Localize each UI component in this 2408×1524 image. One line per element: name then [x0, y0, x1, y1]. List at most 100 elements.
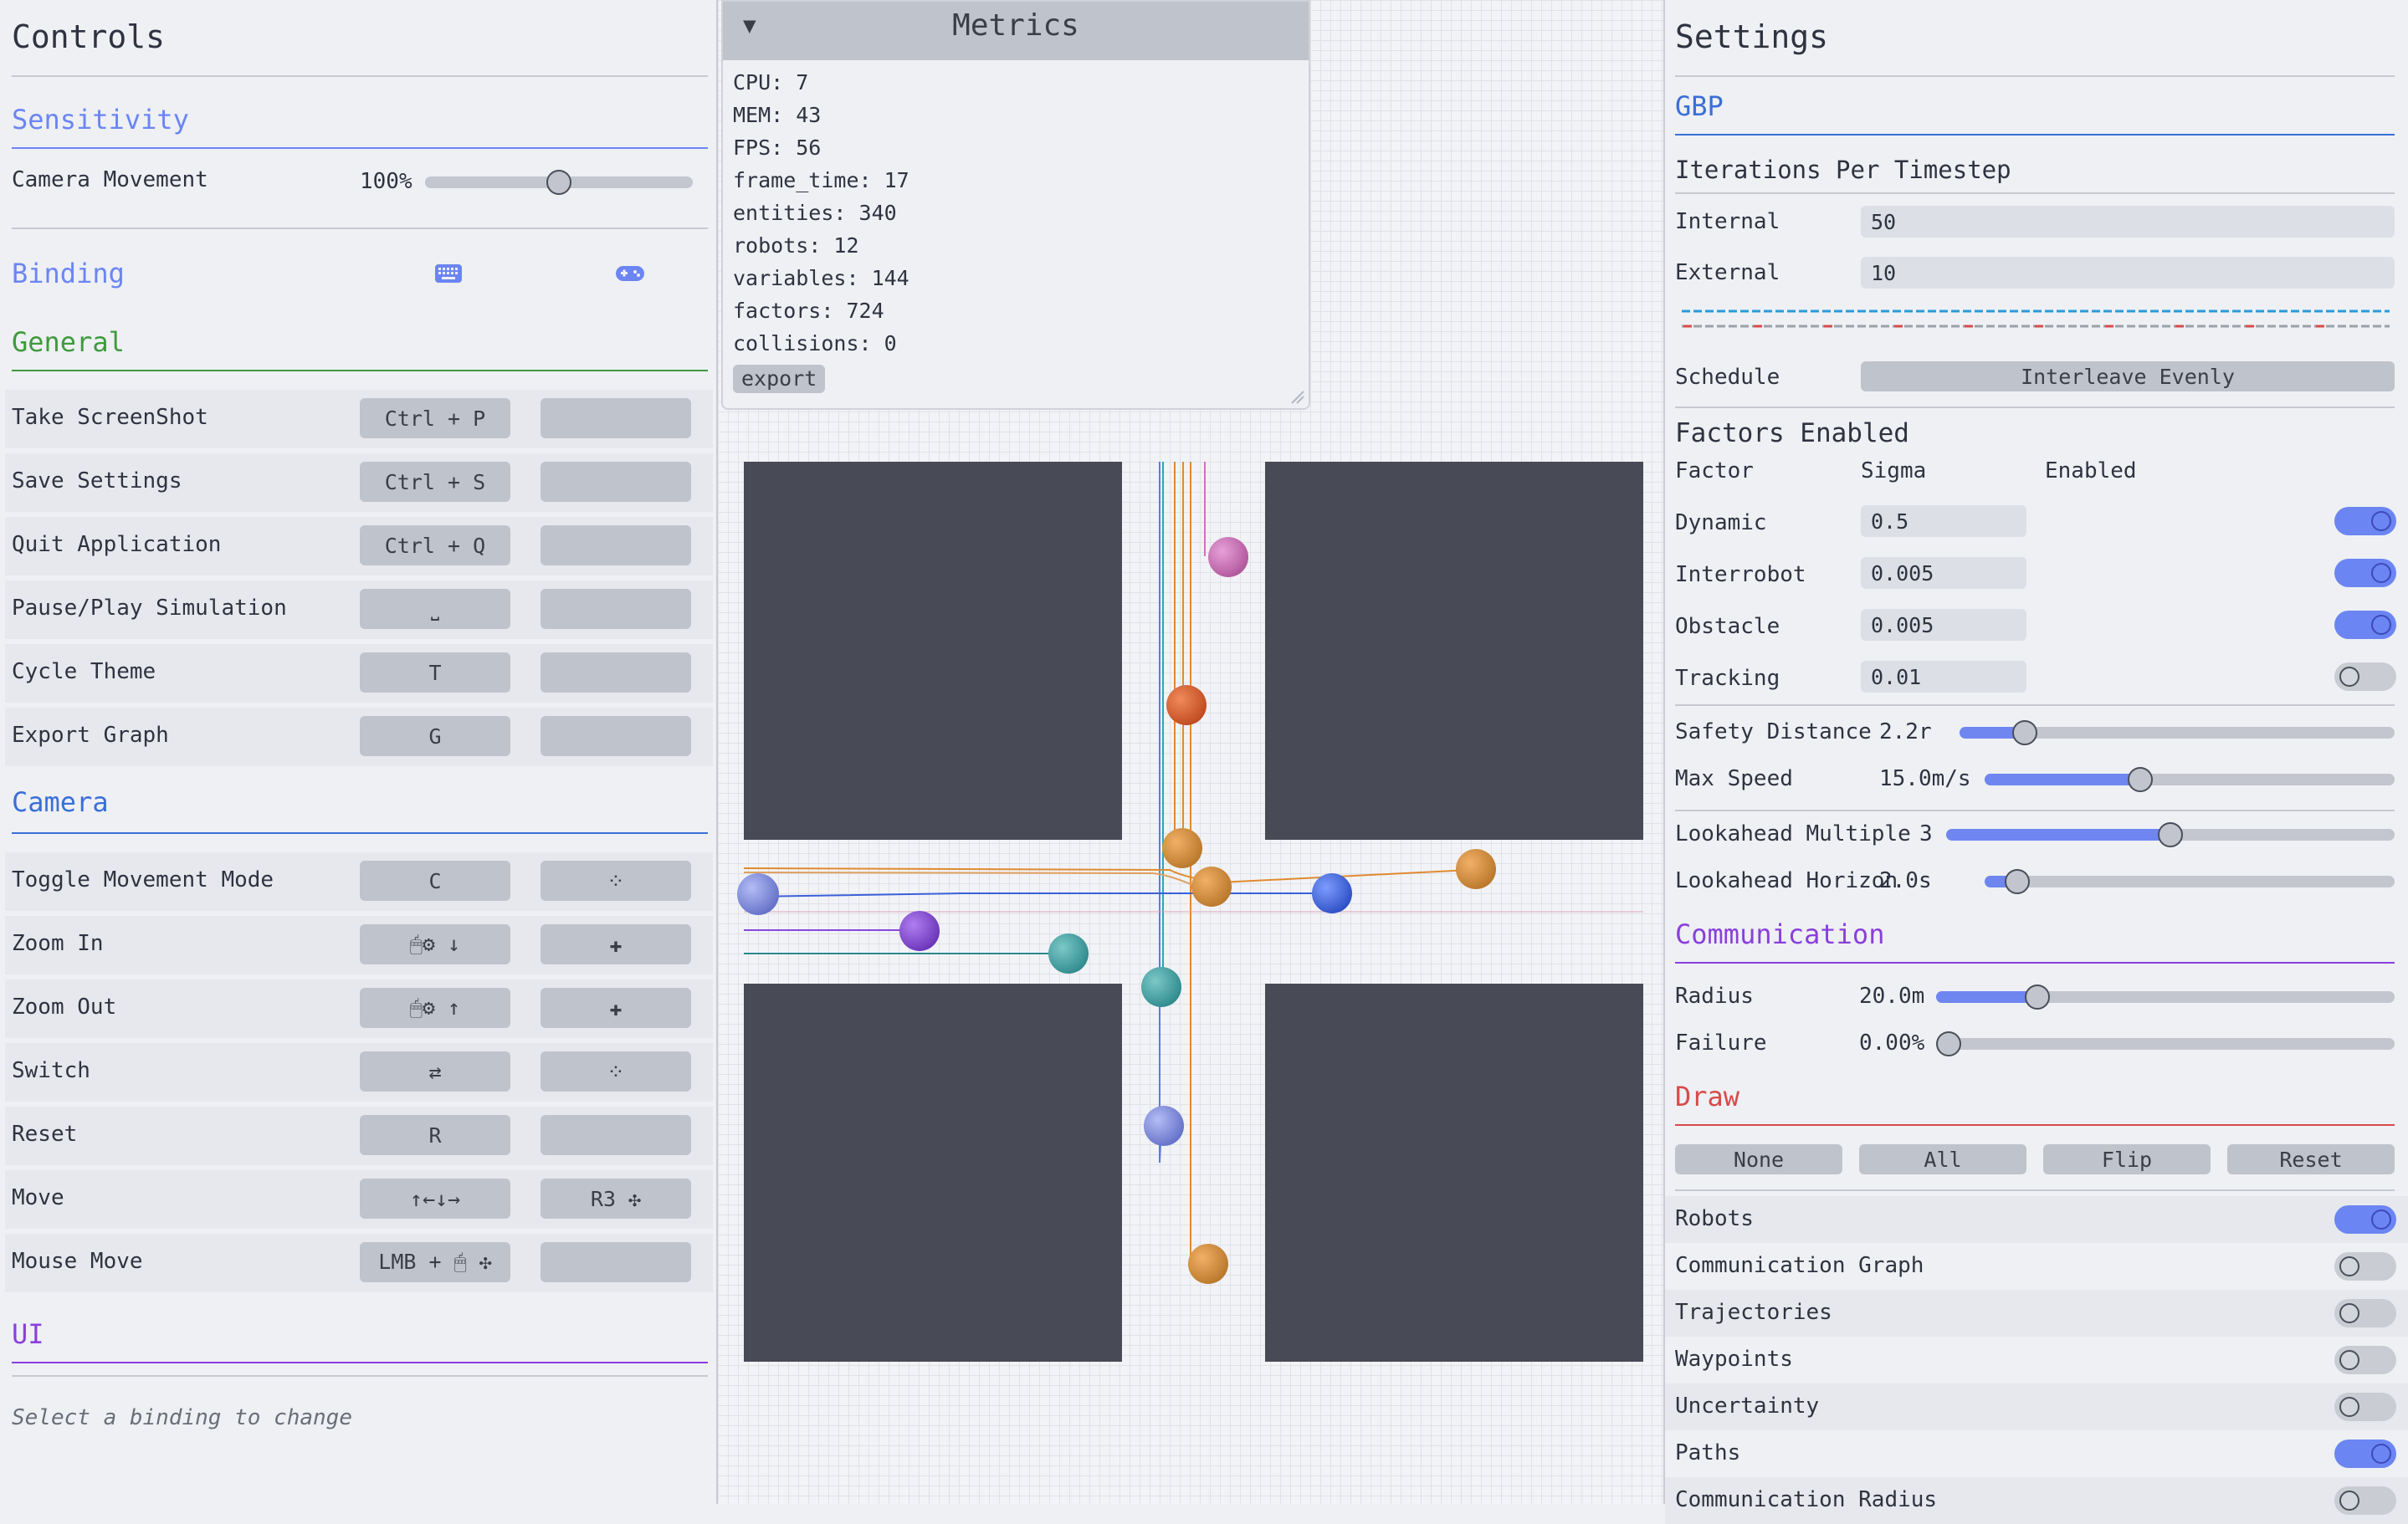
keyboard-binding-button[interactable]: G	[360, 716, 510, 756]
keyboard-binding-button[interactable]: T	[360, 652, 510, 693]
metric-line: FPS: 56	[733, 136, 822, 160]
draw-reset-button[interactable]: Reset	[2227, 1144, 2395, 1174]
binding-title: Binding	[12, 258, 125, 289]
keyboard-binding-button[interactable]: R	[360, 1115, 510, 1155]
robot[interactable]	[1048, 933, 1089, 974]
robot[interactable]	[1208, 537, 1248, 577]
setting-slider[interactable]	[1985, 767, 2395, 792]
keyboard-binding-button[interactable]: ⇄	[360, 1051, 510, 1092]
toggle-knob	[2339, 1491, 2359, 1511]
binding-hint: Select a binding to change	[12, 1405, 352, 1430]
factor-label: Dynamic	[1675, 510, 1767, 535]
factor-sigma-input[interactable]: 0.5	[1861, 505, 2026, 537]
draw-toggle[interactable]	[2334, 1299, 2396, 1327]
robot[interactable]	[1191, 867, 1232, 907]
gamepad-binding-button[interactable]: ⁘	[541, 1051, 691, 1092]
setting-slider[interactable]	[1946, 822, 2395, 847]
schedule-label: Schedule	[1675, 365, 1780, 390]
keyboard-binding-button[interactable]: 🖱⚙ ↑	[360, 988, 510, 1028]
external-iterations-input[interactable]: 10	[1861, 257, 2395, 289]
robot[interactable]	[1188, 1244, 1228, 1284]
slider-knob[interactable]	[2024, 984, 2050, 1010]
camera-movement-slider[interactable]	[425, 170, 693, 195]
gamepad-binding-button[interactable]	[541, 1242, 691, 1282]
gamepad-binding-button[interactable]: R3 ✣	[541, 1179, 691, 1219]
factor-enabled-toggle[interactable]	[2334, 611, 2396, 639]
sensitivity-underline	[12, 147, 708, 149]
robot[interactable]	[1141, 967, 1181, 1007]
draw-toggle[interactable]	[2334, 1393, 2396, 1421]
keyboard-binding-button[interactable]: Ctrl + P	[360, 398, 510, 438]
gamepad-binding-button[interactable]	[541, 462, 691, 502]
setting-slider[interactable]	[1960, 720, 2395, 745]
gamepad-binding-button[interactable]: ✚	[541, 988, 691, 1028]
radius-slider[interactable]	[1936, 984, 2395, 1010]
gamepad-icon	[614, 263, 646, 284]
gamepad-binding-button[interactable]: ✚	[541, 924, 691, 964]
robot[interactable]	[1162, 828, 1202, 868]
metrics-window[interactable]: ▼ Metrics CPU: 7 MEM: 43 FPS: 56 frame_time…	[721, 0, 1310, 410]
slider-knob[interactable]	[2005, 869, 2031, 894]
draw-toggle[interactable]	[2334, 1252, 2396, 1281]
factor-enabled-toggle[interactable]	[2334, 662, 2396, 691]
robot-path	[743, 872, 1197, 887]
obstacle-block	[744, 462, 1122, 840]
slider-value: 15.0m/s	[1879, 766, 1971, 791]
robot[interactable]	[1456, 849, 1496, 889]
keyboard-binding-button[interactable]: Ctrl + S	[360, 462, 510, 502]
toggle-knob	[2339, 1256, 2359, 1276]
slider-fill	[425, 176, 559, 188]
robot[interactable]	[1166, 685, 1207, 725]
factor-sigma-input[interactable]: 0.01	[1861, 661, 2026, 693]
keyboard-binding-button[interactable]: 🖱⚙ ↓	[360, 924, 510, 964]
slider-knob[interactable]	[546, 170, 571, 195]
failure-slider[interactable]	[1936, 1031, 2395, 1056]
binding-label: Toggle Movement Mode	[12, 867, 274, 892]
robot[interactable]	[899, 911, 940, 951]
keyboard-binding-button[interactable]: C	[360, 861, 510, 901]
internal-iterations-input[interactable]: 50	[1861, 206, 2395, 238]
keyboard-binding-button[interactable]: ↑←↓→	[360, 1179, 510, 1219]
gamepad-binding-button[interactable]	[541, 398, 691, 438]
schedule-dropdown[interactable]: Interleave Evenly	[1861, 361, 2395, 391]
draw-toggle[interactable]	[2334, 1440, 2396, 1468]
draw-toggle[interactable]	[2334, 1205, 2396, 1234]
settings-title: Settings	[1675, 18, 1829, 55]
slider-knob[interactable]	[2128, 767, 2154, 792]
gamepad-binding-button[interactable]	[541, 1115, 691, 1155]
draw-all-button[interactable]: All	[1859, 1144, 2026, 1174]
gamepad-binding-button[interactable]	[541, 716, 691, 756]
binding-label: Cycle Theme	[12, 659, 156, 684]
gamepad-binding-button[interactable]: ⁘	[541, 861, 691, 901]
slider-label: Max Speed	[1675, 766, 1793, 791]
slider-knob[interactable]	[1936, 1031, 1961, 1056]
factor-sigma-input[interactable]: 0.005	[1861, 609, 2026, 641]
slider-knob[interactable]	[2012, 720, 2037, 745]
factor-enabled-toggle[interactable]	[2334, 507, 2396, 535]
gamepad-binding-button[interactable]	[541, 525, 691, 565]
keyboard-binding-button[interactable]: ⎵	[360, 589, 510, 629]
factor-sigma-input[interactable]: 0.005	[1861, 557, 2026, 589]
divider	[1675, 407, 2395, 408]
metric-line: MEM: 43	[733, 103, 822, 127]
gbp-title: GBP	[1675, 90, 1724, 122]
communication-underline	[1675, 962, 2395, 964]
draw-toggle[interactable]	[2334, 1346, 2396, 1374]
robot[interactable]	[1312, 873, 1352, 913]
setting-slider[interactable]	[1985, 869, 2395, 894]
slider-knob[interactable]	[2158, 822, 2183, 847]
keyboard-binding-button[interactable]: LMB + 🖱 ✣	[360, 1242, 510, 1282]
robot[interactable]	[737, 873, 779, 915]
gamepad-binding-button[interactable]	[541, 589, 691, 629]
draw-none-button[interactable]: None	[1675, 1144, 1842, 1174]
export-button[interactable]: export	[733, 365, 826, 393]
robot[interactable]	[1144, 1106, 1184, 1146]
gamepad-binding-button[interactable]	[541, 652, 691, 693]
draw-toggle[interactable]	[2334, 1486, 2396, 1515]
keyboard-binding-button[interactable]: Ctrl + Q	[360, 525, 510, 565]
resize-handle-icon[interactable]	[1290, 390, 1305, 405]
metrics-header[interactable]: ▼ Metrics	[723, 2, 1309, 60]
obstacle-block	[744, 984, 1122, 1362]
factor-enabled-toggle[interactable]	[2334, 559, 2396, 587]
draw-flip-button[interactable]: Flip	[2043, 1144, 2211, 1174]
